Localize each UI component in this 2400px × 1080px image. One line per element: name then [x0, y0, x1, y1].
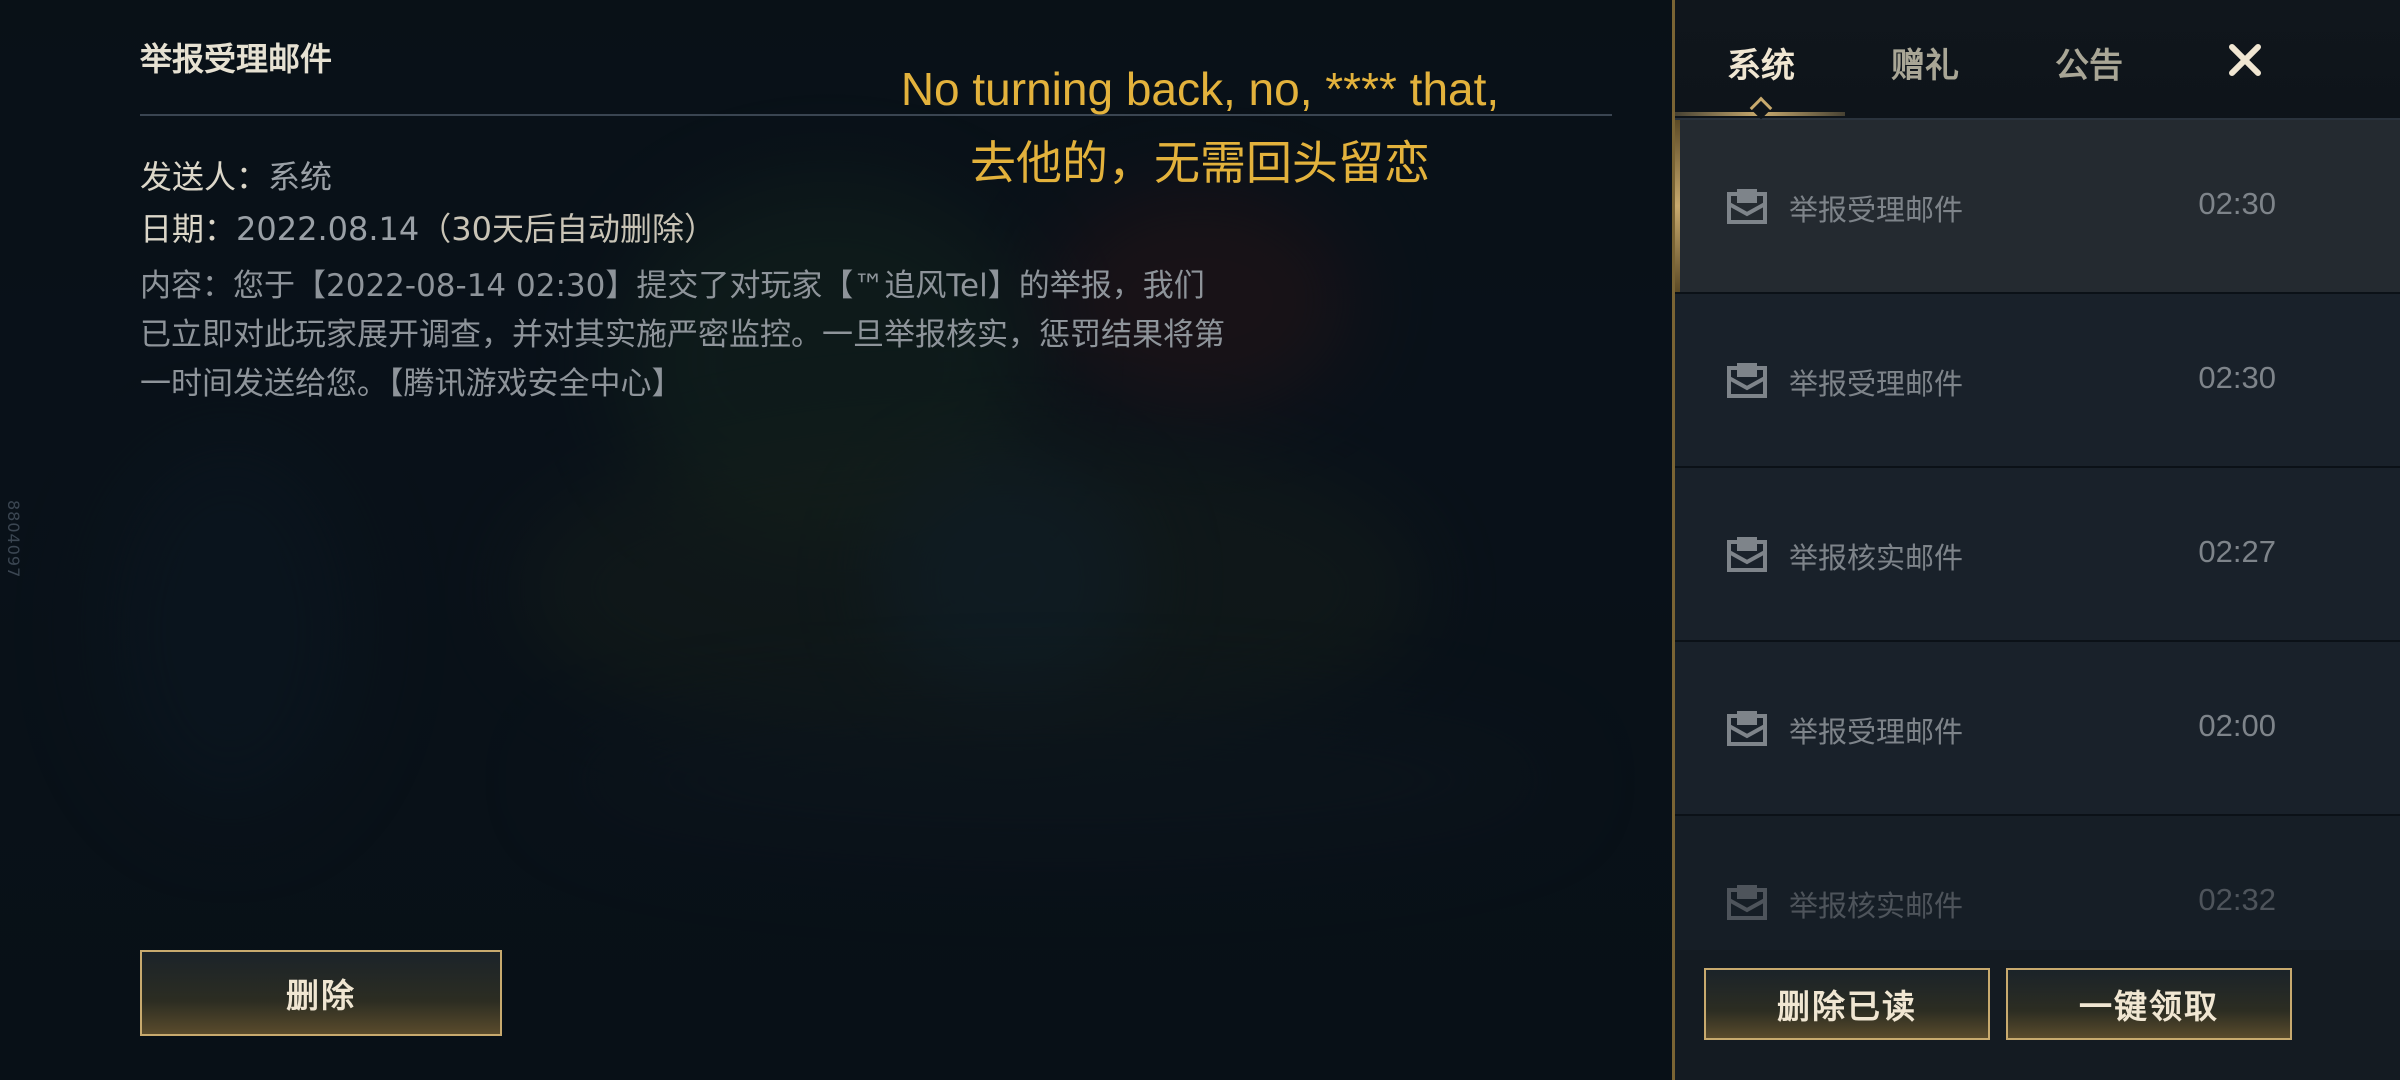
sender-label: 发送人：: [140, 158, 269, 196]
side-id-number: 8804097: [4, 500, 23, 579]
envelope-icon: [1727, 189, 1767, 224]
mail-panel: 系统 赠礼 公告 举报受理邮件 02:30 举报受理邮件 02:30 举报核实邮件 02:…: [1672, 0, 2400, 1080]
mail-time: 02:27: [2198, 534, 2276, 569]
mail-title: 举报核实邮件: [1789, 889, 1964, 923]
mail-detail-title: 举报受理邮件: [140, 40, 333, 78]
claim-all-button[interactable]: 一键领取: [2006, 968, 2292, 1040]
date-line: 日期：2022.08.14（30天后自动删除）: [140, 204, 716, 250]
mail-title: 举报受理邮件: [1789, 193, 1964, 227]
content-label: 内容：: [140, 268, 233, 304]
delete-read-button[interactable]: 删除已读: [1704, 968, 1990, 1040]
tab-system[interactable]: 系统: [1727, 38, 1795, 87]
sender-line: 发送人：系统: [140, 152, 332, 198]
auto-delete-note: （30天后自动删除）: [419, 210, 716, 248]
envelope-icon: [1727, 885, 1767, 920]
mail-title: 举报核实邮件: [1789, 541, 1964, 575]
tab-gift[interactable]: 赠礼: [1891, 38, 1959, 87]
mail-tab-bar: 系统 赠礼 公告: [1675, 0, 2400, 120]
delete-mail-button[interactable]: 删除: [140, 950, 502, 1036]
subtitle-line-chinese: 去他的，无需回头留恋: [970, 137, 1430, 189]
mail-title: 举报受理邮件: [1789, 367, 1964, 401]
video-subtitle: No turning back, no, **** that, 去他的，无需回头…: [860, 52, 1540, 200]
envelope-icon: [1727, 363, 1767, 398]
tab-notice[interactable]: 公告: [2055, 38, 2123, 87]
close-button[interactable]: [2215, 30, 2275, 90]
mail-time: 02:30: [2198, 186, 2276, 221]
mail-time: 02:32: [2198, 882, 2276, 917]
mail-content: 内容：您于【2022-08-14 02:30】提交了对玩家【™追风Tel】的举报…: [140, 262, 1230, 409]
content-text: 您于【2022-08-14 02:30】提交了对玩家【™追风Tel】的举报，我们…: [140, 268, 1225, 402]
subtitle-line-english: No turning back, no, **** that,: [900, 63, 1500, 115]
mail-list-item[interactable]: 举报受理邮件 02:00: [1675, 642, 2400, 816]
mail-title: 举报受理邮件: [1789, 715, 1964, 749]
mail-time: 02:00: [2198, 708, 2276, 743]
mail-list-item[interactable]: 举报受理邮件 02:30: [1675, 120, 2400, 294]
date-label: 日期：: [140, 210, 237, 248]
envelope-icon: [1727, 711, 1767, 746]
mail-list: 举报受理邮件 02:30 举报受理邮件 02:30 举报核实邮件 02:27 举报受理邮件 0…: [1675, 120, 2400, 950]
date-value: 2022.08.14: [236, 210, 420, 248]
mail-list-item[interactable]: 举报受理邮件 02:30: [1675, 294, 2400, 468]
mail-list-item[interactable]: 举报核实邮件 02:27: [1675, 468, 2400, 642]
sender-value: 系统: [268, 158, 333, 196]
envelope-icon: [1727, 537, 1767, 572]
mail-list-item[interactable]: 举报核实邮件 02:32: [1675, 816, 2400, 950]
close-icon: [2229, 44, 2261, 76]
mail-time: 02:30: [2198, 360, 2276, 395]
